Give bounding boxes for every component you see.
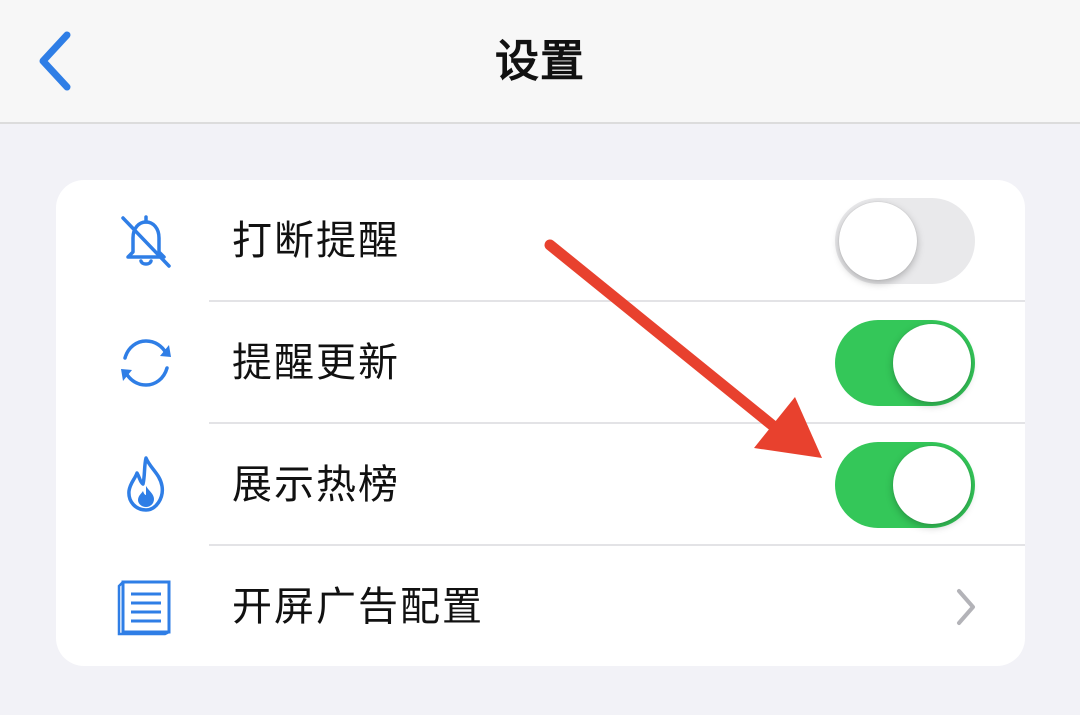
show-hot-list-toggle[interactable] — [835, 442, 975, 528]
settings-row-label: 开屏广告配置 — [232, 584, 484, 630]
bell-slash-icon — [108, 206, 184, 276]
settings-card: 打断提醒 提醒更新 展示热榜 开屏广告配置 — [56, 180, 1025, 666]
settings-row-label: 打断提醒 — [232, 218, 400, 264]
refresh-icon — [108, 328, 184, 398]
settings-row-label: 提醒更新 — [232, 340, 400, 386]
update-reminder-toggle[interactable] — [835, 320, 975, 406]
navigation-bar: 设置 — [0, 0, 1080, 124]
interrupt-reminder-toggle[interactable] — [835, 198, 975, 284]
document-list-icon — [108, 572, 184, 642]
settings-row-label: 展示热榜 — [232, 462, 400, 508]
flame-icon — [108, 450, 184, 520]
toggle-knob — [839, 202, 917, 280]
settings-row-update-reminder: 提醒更新 — [56, 302, 1025, 424]
toggle-knob — [893, 324, 971, 402]
settings-row-show-hot-list: 展示热榜 — [56, 424, 1025, 546]
page-title: 设置 — [495, 36, 585, 87]
chevron-right-icon[interactable] — [946, 582, 986, 632]
settings-row-interrupt-reminder: 打断提醒 — [56, 180, 1025, 302]
settings-row-splash-ad-config[interactable]: 开屏广告配置 — [56, 546, 1025, 666]
toggle-knob — [893, 446, 971, 524]
